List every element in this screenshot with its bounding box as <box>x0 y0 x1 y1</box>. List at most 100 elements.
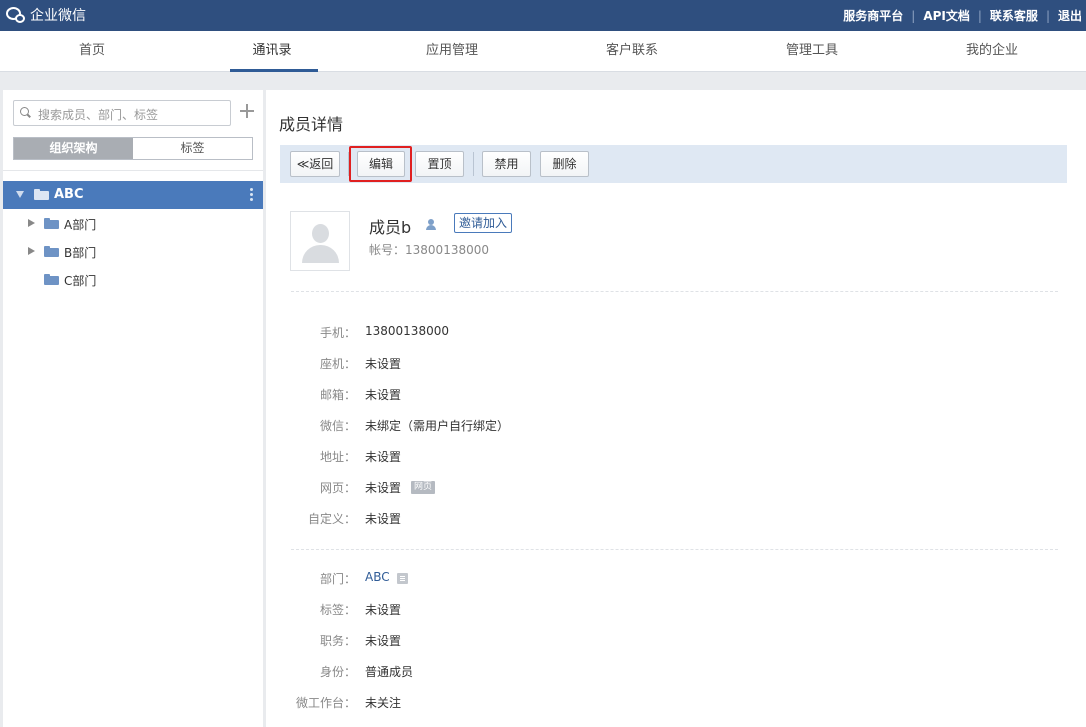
tree-node-label: B部门 <box>64 246 97 260</box>
field-label: 身份： <box>319 665 356 679</box>
field-tags: 标签： 未设置 <box>266 599 866 619</box>
tab-customer-contact[interactable]: 客户联系 <box>542 31 722 72</box>
member-detail-panel: 成员详情 ≪返回 编辑 置顶 禁用 删除 成员b 邀请加入 帐号：1380013… <box>266 90 1086 727</box>
field-value: 未设置 <box>365 512 402 526</box>
expand-arrow-icon[interactable] <box>28 219 35 227</box>
member-name: 成员b <box>369 218 412 237</box>
divider <box>291 291 1058 292</box>
tree-node-c[interactable]: C部门 <box>3 265 263 293</box>
tab-my-company[interactable]: 我的企业 <box>902 31 1082 72</box>
divider <box>291 549 1058 550</box>
wework-logo-icon <box>6 6 26 24</box>
top-bar: 企业微信 服务商平台 | API文档 | 联系客服 | 退出 <box>0 0 1086 31</box>
expand-arrow-icon[interactable] <box>28 247 35 255</box>
field-landline: 座机： 未设置 <box>266 353 866 373</box>
logo[interactable]: 企业微信 <box>6 5 86 25</box>
field-label: 微工作台： <box>295 696 356 710</box>
person-icon <box>425 219 437 231</box>
top-links: 服务商平台 | API文档 | 联系客服 | 退出 <box>843 0 1082 31</box>
tree-node-root[interactable]: ABC <box>3 181 263 209</box>
field-label: 自定义： <box>307 512 356 526</box>
field-label: 座机： <box>319 357 356 371</box>
field-wechat: 微信： 未绑定（需用户自行绑定） <box>266 415 866 435</box>
separator: | <box>977 8 982 23</box>
toolbar-divider <box>473 152 474 176</box>
back-button[interactable]: ≪返回 <box>290 151 340 177</box>
field-label: 职务： <box>319 634 356 648</box>
field-value: 未绑定（需用户自行绑定） <box>365 419 510 433</box>
field-value: 未设置 <box>365 481 402 495</box>
field-value: 普通成员 <box>365 665 414 679</box>
add-icon[interactable] <box>239 103 255 119</box>
tree-node-label: A部门 <box>64 218 97 232</box>
field-label: 手机： <box>319 326 356 340</box>
search-placeholder: 搜索成员、部门、标签 <box>38 108 159 122</box>
account-line: 帐号：13800138000 <box>369 241 489 258</box>
folder-icon <box>34 189 49 200</box>
folder-icon <box>44 218 59 229</box>
tab-management-tools[interactable]: 管理工具 <box>722 31 902 72</box>
field-value: 未设置 <box>365 357 402 371</box>
page-title: 成员详情 <box>279 115 344 134</box>
field-address: 地址： 未设置 <box>266 446 866 466</box>
search-icon <box>20 107 31 118</box>
field-label: 微信： <box>319 419 356 433</box>
department-link[interactable]: ABC <box>365 570 390 584</box>
invite-button[interactable]: 邀请加入 <box>454 213 513 233</box>
avatar-head <box>312 224 329 243</box>
link-logout[interactable]: 退出 <box>1058 7 1082 24</box>
disable-button[interactable]: 禁用 <box>482 151 531 177</box>
folder-icon <box>44 246 59 257</box>
field-label: 邮箱： <box>319 388 356 402</box>
field-value: 未设置 <box>365 603 402 617</box>
link-contact-support[interactable]: 联系客服 <box>990 7 1038 24</box>
tab-home[interactable]: 首页 <box>2 31 182 72</box>
folder-icon <box>44 274 59 285</box>
field-webpage: 网页： 未设置 网页 <box>266 477 866 497</box>
account-value: 13800138000 <box>405 243 489 257</box>
action-toolbar: ≪返回 编辑 置顶 禁用 删除 <box>280 145 1067 183</box>
tree-node-label: C部门 <box>64 274 97 288</box>
tree-node-label: ABC <box>54 187 84 202</box>
account-label: 帐号： <box>369 243 406 257</box>
field-custom: 自定义： 未设置 <box>266 508 866 528</box>
field-label: 网页： <box>319 481 356 495</box>
delete-button[interactable]: 删除 <box>540 151 589 177</box>
sidebar: 搜索成员、部门、标签 组织架构 标签 ABC A部门 B部门 C部门 <box>3 90 263 727</box>
edit-button-highlight <box>349 146 412 182</box>
collapse-arrow-icon[interactable] <box>16 191 24 198</box>
avatar-body <box>302 245 339 263</box>
sidebar-segment-control: 组织架构 标签 <box>13 137 253 160</box>
field-workbench: 微工作台： 未关注 <box>266 692 866 712</box>
webpage-badge: 网页 <box>411 481 436 494</box>
separator: | <box>911 8 916 23</box>
segment-tags[interactable]: 标签 <box>133 138 252 159</box>
more-options-icon[interactable] <box>250 188 253 202</box>
tab-app-management[interactable]: 应用管理 <box>362 31 542 72</box>
field-label: 地址： <box>319 450 356 464</box>
field-value: 未设置 <box>365 450 402 464</box>
field-position: 职务： 未设置 <box>266 630 866 650</box>
avatar <box>290 211 350 271</box>
field-label: 标签： <box>319 603 356 617</box>
field-mobile: 手机： 13800138000 <box>266 322 866 342</box>
tree-node-a[interactable]: A部门 <box>3 209 263 237</box>
department-detail-icon[interactable] <box>397 573 408 584</box>
field-value: 13800138000 <box>365 324 449 338</box>
link-service-platform[interactable]: 服务商平台 <box>843 7 903 24</box>
back-chevron-icon: ≪ <box>296 157 310 171</box>
pin-button[interactable]: 置顶 <box>415 151 464 177</box>
field-label: 部门： <box>319 572 356 586</box>
back-label: 返回 <box>309 157 334 171</box>
divider <box>3 170 263 171</box>
search-input[interactable]: 搜索成员、部门、标签 <box>13 100 231 126</box>
field-value: 未关注 <box>365 696 402 710</box>
segment-org-structure[interactable]: 组织架构 <box>14 138 133 159</box>
separator: | <box>1045 8 1050 23</box>
main-nav: 首页 通讯录 应用管理 客户联系 管理工具 我的企业 <box>0 31 1086 72</box>
field-email: 邮箱： 未设置 <box>266 384 866 404</box>
tab-contacts[interactable]: 通讯录 <box>182 31 362 72</box>
link-api-docs[interactable]: API文档 <box>923 7 970 24</box>
field-department: 部门： ABC <box>266 568 866 588</box>
tree-node-b[interactable]: B部门 <box>3 237 263 265</box>
